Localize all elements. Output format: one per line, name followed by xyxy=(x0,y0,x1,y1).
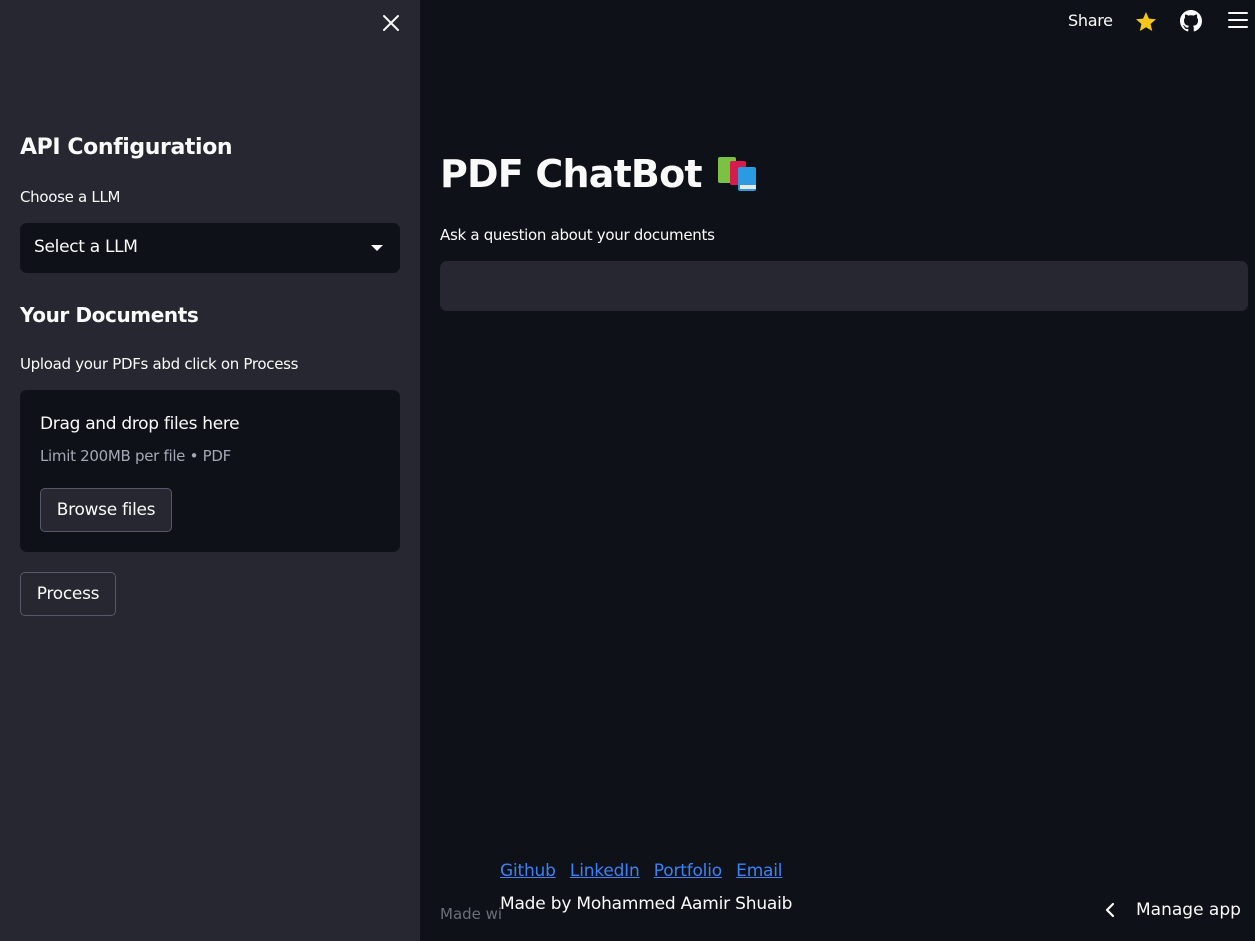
page-title-text: PDF ChatBot xyxy=(440,152,703,196)
footer-links: Github LinkedIn Portfolio Email xyxy=(500,861,791,881)
hamburger-menu-icon[interactable] xyxy=(1228,12,1248,30)
share-button[interactable]: Share xyxy=(1068,11,1113,30)
process-button[interactable]: Process xyxy=(20,572,116,616)
dropzone-title: Drag and drop files here xyxy=(40,414,240,434)
manage-app-button[interactable]: Manage app xyxy=(1104,900,1241,920)
github-icon[interactable] xyxy=(1180,10,1202,32)
manage-app-label: Manage app xyxy=(1136,900,1241,920)
close-sidebar-icon[interactable] xyxy=(379,11,403,35)
file-dropzone[interactable]: Drag and drop files here Limit 200MB per… xyxy=(20,390,400,552)
books-icon xyxy=(716,155,760,193)
chevron-left-icon xyxy=(1104,901,1116,919)
question-label: Ask a question about your documents xyxy=(440,226,715,244)
sidebar: API Configuration Choose a LLM Select a … xyxy=(0,0,420,941)
caret-down-icon xyxy=(371,245,383,251)
upload-label: Upload your PDFs abd click on Process xyxy=(20,355,299,373)
llm-select[interactable]: Select a LLM xyxy=(20,223,400,273)
browse-files-button[interactable]: Browse files xyxy=(40,488,172,532)
your-documents-heading: Your Documents xyxy=(20,303,199,327)
api-configuration-heading: API Configuration xyxy=(20,135,233,160)
question-input[interactable] xyxy=(440,261,1248,311)
made-by-text: Made by Mohammed Aamir Shuaib xyxy=(500,894,793,914)
github-link[interactable]: Github xyxy=(500,861,556,881)
linkedin-link[interactable]: LinkedIn xyxy=(570,861,640,881)
llm-select-value: Select a LLM xyxy=(34,237,138,257)
page-title: PDF ChatBot xyxy=(440,152,760,196)
dropzone-limit: Limit 200MB per file • PDF xyxy=(40,447,231,465)
llm-select-label: Choose a LLM xyxy=(20,188,121,206)
made-with-text: Made wi xyxy=(440,905,503,923)
portfolio-link[interactable]: Portfolio xyxy=(654,861,722,881)
email-link[interactable]: Email xyxy=(736,861,782,881)
star-icon[interactable] xyxy=(1134,10,1158,34)
